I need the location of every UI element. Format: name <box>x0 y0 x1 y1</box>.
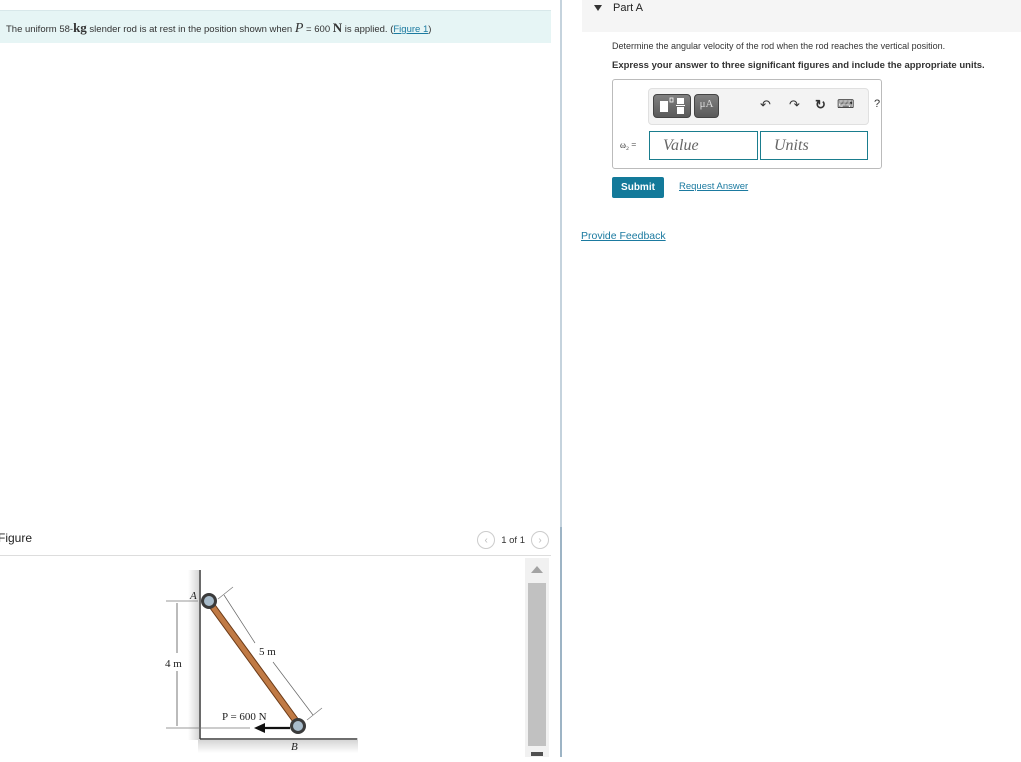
figure-image: A B 4 m 5 m P = 600 N <box>150 565 370 757</box>
question-text: Determine the angular velocity of the ro… <box>612 41 946 51</box>
roller-b-hub <box>293 721 303 731</box>
chevron-left-icon: ‹ <box>484 534 488 546</box>
submit-button[interactable]: Submit <box>612 177 664 198</box>
label-height: 4 m <box>165 658 182 670</box>
problem-statement: The uniform 58-kg slender rod is at rest… <box>0 10 551 43</box>
scroll-up-arrow-icon[interactable] <box>531 566 543 573</box>
redo-icon[interactable]: ↷ <box>789 97 800 113</box>
figure-pager: ‹ 1 of 1 › <box>477 531 549 549</box>
figure-scrollbar[interactable] <box>525 558 549 757</box>
reset-icon[interactable]: ↻ <box>815 97 826 113</box>
problem-text-5: ) <box>428 24 432 35</box>
rod <box>207 600 299 724</box>
rod-diagram: A B 4 m 5 m P = 600 N <box>165 570 358 753</box>
left-pane: The uniform 58-kg slender rod is at rest… <box>0 0 551 757</box>
scroll-down-arrow-icon[interactable] <box>531 752 543 756</box>
figure-header: Figure ‹ 1 of 1 › <box>0 528 551 556</box>
provide-feedback-link[interactable]: Provide Feedback <box>581 230 666 242</box>
floor <box>198 738 358 753</box>
part-title: Part A <box>613 2 643 14</box>
units-button[interactable]: μA <box>694 94 719 118</box>
instruction-text: Express your answer to three significant… <box>612 60 985 71</box>
next-figure-button[interactable]: › <box>531 531 549 549</box>
roller-a-hub <box>204 596 214 606</box>
problem-text-1: The uniform 58- <box>6 24 74 35</box>
dim-length-line-bottom <box>272 661 314 716</box>
force-unit: N <box>332 20 343 35</box>
figure-link[interactable]: Figure 1 <box>393 24 428 35</box>
units-input[interactable]: Units <box>760 131 868 160</box>
label-force: P = 600 N <box>222 711 267 723</box>
mass-unit: kg <box>73 20 87 35</box>
chevron-right-icon: › <box>538 534 542 546</box>
scroll-thumb[interactable] <box>528 583 546 746</box>
templates-icon <box>660 97 685 114</box>
dim-length-line-top <box>223 594 256 644</box>
caret-down-icon[interactable] <box>594 5 602 11</box>
omega-2-label: ω₂ = <box>620 140 637 150</box>
keyboard-icon[interactable]: ⌨ <box>837 97 854 111</box>
value-input[interactable]: Value <box>649 131 758 160</box>
problem-text-2: slender rod is at rest in the position s… <box>86 24 295 35</box>
pager-text: 1 of 1 <box>501 534 525 546</box>
templates-button[interactable] <box>653 94 691 118</box>
label-length: 5 m <box>259 646 276 658</box>
label-a: A <box>189 590 197 602</box>
undo-icon[interactable]: ↶ <box>760 97 771 113</box>
problem-text-3: = 600 <box>303 24 333 35</box>
request-answer-link[interactable]: Request Answer <box>679 181 748 192</box>
part-a-header[interactable]: Part A <box>582 0 1021 32</box>
figure-title: Figure <box>0 531 33 545</box>
math-toolbar: μA ↶ ↷ ↻ ⌨ ? <box>648 88 880 125</box>
prev-figure-button[interactable]: ‹ <box>477 531 496 549</box>
help-icon[interactable]: ? <box>874 98 880 110</box>
label-b: B <box>291 741 298 753</box>
right-pane: Part A Determine the angular velocity of… <box>562 0 1021 757</box>
force-arrow-head <box>254 723 265 733</box>
problem-text-4: is applied. ( <box>342 24 394 35</box>
answer-box: μA ↶ ↷ ↻ ⌨ ? ω₂ = Value Units <box>612 79 882 169</box>
